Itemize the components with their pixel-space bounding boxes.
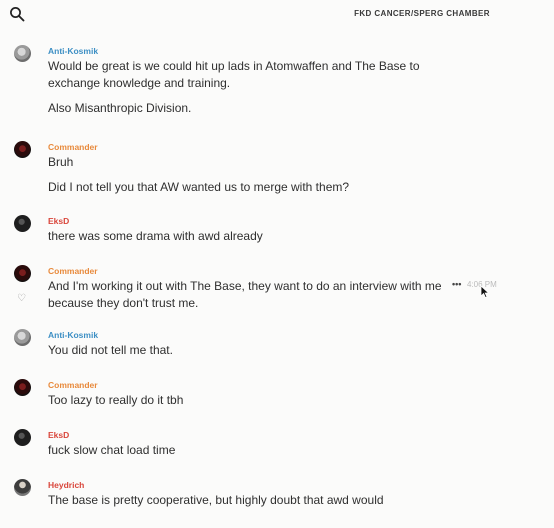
avatar[interactable] (14, 329, 31, 346)
channel-title: FKD CANCER/SPERG CHAMBER (354, 9, 490, 18)
message-list: Anti-Kosmik Would be great is we could h… (0, 44, 554, 528)
message-group: Anti-Kosmik Would be great is we could h… (0, 44, 554, 140)
message-group: Anti-Kosmik You did not tell me that. (0, 328, 554, 378)
message-line: You did not tell me that. (48, 343, 173, 357)
mouse-cursor-icon (480, 285, 490, 299)
avatar[interactable] (14, 379, 31, 396)
message-line: Would be great is we could hit up lads i… (48, 59, 420, 73)
avatar[interactable] (14, 479, 31, 496)
message-group: Commander And I'm working it out with Th… (0, 264, 554, 328)
message-group: EksD there was some drama with awd alrea… (0, 214, 554, 264)
message-group: Commander Bruh Did I not tell you that A… (0, 140, 554, 214)
message-line: Bruh (48, 155, 74, 169)
more-options-icon[interactable]: ••• (452, 279, 461, 289)
author-name[interactable]: Commander (48, 264, 554, 278)
author-name[interactable]: Heydrich (48, 478, 554, 492)
avatar[interactable] (14, 265, 31, 282)
avatar[interactable] (14, 141, 31, 158)
avatar[interactable] (14, 429, 31, 446)
message-line: Also Misanthropic Division. (48, 101, 192, 115)
author-name[interactable]: EksD (48, 214, 554, 228)
author-name[interactable]: EksD (48, 428, 554, 442)
author-name[interactable]: Commander (48, 378, 554, 392)
message-line: The base is pretty cooperative, but high… (48, 493, 384, 507)
heart-icon[interactable]: ♡ (17, 293, 26, 304)
message-line: fuck slow chat load time (48, 443, 176, 457)
author-name[interactable]: Commander (48, 140, 554, 154)
author-name[interactable]: Anti-Kosmik (48, 328, 554, 342)
message-group: EksD fuck slow chat load time (0, 428, 554, 478)
top-bar: FKD CANCER/SPERG CHAMBER (0, 0, 554, 28)
message-line: because they don't trust me. (48, 296, 199, 310)
message-group: Commander Too lazy to really do it tbh (0, 378, 554, 428)
message-line: Did I not tell you that AW wanted us to … (48, 180, 350, 194)
message-line: there was some drama with awd already (48, 229, 263, 243)
message-line: Too lazy to really do it tbh (48, 393, 184, 407)
avatar[interactable] (14, 215, 31, 232)
message-group: Heydrich The base is pretty cooperative,… (0, 478, 554, 528)
message-line: exchange knowledge and training. (48, 76, 231, 90)
author-name[interactable]: Anti-Kosmik (48, 44, 554, 58)
avatar[interactable] (14, 45, 31, 62)
